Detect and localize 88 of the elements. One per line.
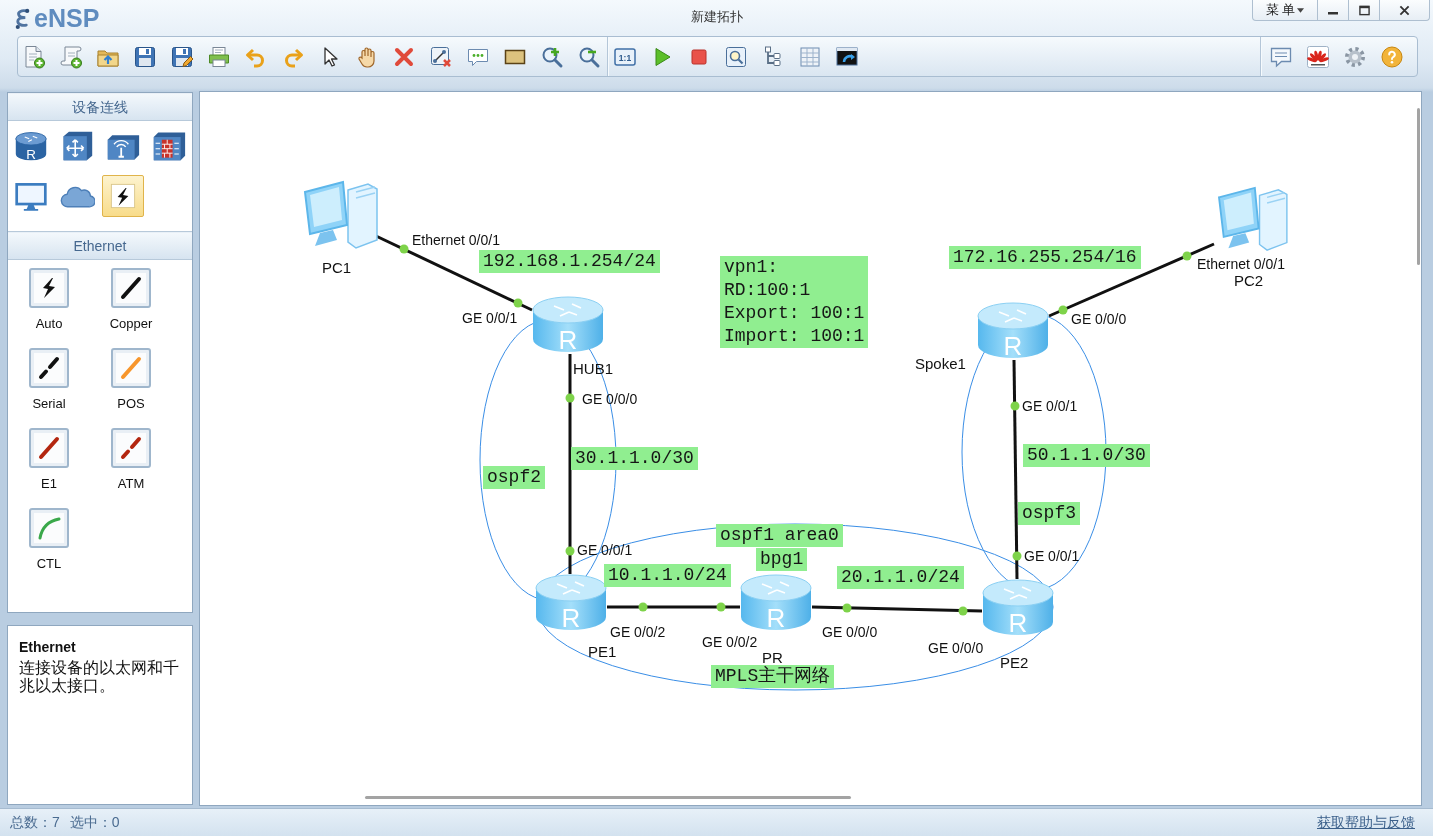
text-note[interactable]: 192.168.1.254/24 (479, 250, 660, 273)
text-note[interactable]: bpg1 (756, 548, 808, 571)
text-note[interactable]: ospf1 area0 (716, 524, 843, 547)
port-label: GE 0/0/2 (610, 624, 666, 640)
new-scroll-icon[interactable] (59, 44, 83, 69)
minimize-button[interactable] (1317, 0, 1349, 21)
cable-button[interactable]: E1 (29, 428, 69, 498)
port-label: GE 0/0/0 (1071, 311, 1127, 327)
app-logo: eNSP (34, 5, 100, 31)
port-dot-icon (565, 546, 575, 556)
device-label: PE1 (588, 644, 617, 660)
device-label: PC2 (1234, 273, 1264, 289)
text-note[interactable]: vpn1: RD:100:1 Export: 100:1 Import: 100:1 (720, 256, 869, 348)
new-file-icon[interactable] (22, 44, 46, 69)
save-icon[interactable] (133, 44, 157, 69)
port-dot-icon (716, 602, 726, 612)
port-label: GE 0/0/0 (582, 391, 638, 407)
port-label: Ethernet 0/0/1 (412, 232, 500, 248)
close-button[interactable] (1379, 0, 1430, 21)
port-dot-icon (1182, 251, 1192, 261)
help-link[interactable]: 获取帮助与反馈 (1317, 813, 1415, 832)
port-dot-icon (842, 603, 852, 613)
cable-button[interactable]: Copper (109, 268, 153, 338)
cable-line[interactable] (811, 605, 983, 613)
lightning-icon (29, 268, 69, 308)
text-note[interactable]: 10.1.1.0/24 (604, 564, 731, 587)
device-label: Spoke1 (915, 356, 966, 372)
settings-icon[interactable] (1343, 44, 1367, 69)
cable-line[interactable] (1012, 359, 1019, 580)
port-label: GE 0/0/1 (1024, 548, 1080, 564)
info-title: Ethernet (19, 638, 77, 656)
port-dot-icon (1010, 401, 1020, 411)
menu-button[interactable]: 菜 单 (1252, 0, 1318, 21)
panel-header: 设备连线 (8, 93, 192, 121)
text-note[interactable]: 30.1.1.0/30 (571, 447, 698, 470)
port-dot-icon (565, 393, 575, 403)
port-label: Ethernet 0/0/1 (1197, 256, 1285, 272)
text-note[interactable]: 20.1.1.0/24 (837, 566, 964, 589)
scrollbar-thumb[interactable] (1417, 108, 1420, 265)
logo-icon (14, 6, 31, 30)
device-label: PE2 (1000, 655, 1029, 671)
port-label: GE 0/0/1 (577, 542, 633, 558)
cable-button[interactable]: CTL (29, 508, 69, 578)
port-dot-icon (1058, 305, 1068, 315)
port-label: GE 0/0/1 (462, 310, 518, 326)
screen-capture-icon[interactable] (835, 44, 859, 69)
print-icon[interactable] (207, 44, 231, 69)
help-icon[interactable] (1380, 44, 1404, 69)
magnifier-icon[interactable] (724, 44, 748, 69)
port-dot-icon (638, 602, 648, 612)
port-dot-icon (1012, 551, 1022, 561)
port-label: GE 0/0/1 (1022, 398, 1078, 414)
save-as-icon[interactable] (170, 44, 194, 69)
cable-button[interactable]: ATM (111, 428, 151, 498)
port-dot-icon (513, 298, 523, 308)
caret-down-icon (1297, 7, 1305, 13)
window-title: 新建拓扑 (690, 8, 743, 25)
device-button[interactable] (102, 175, 144, 217)
close-icon (1399, 4, 1410, 16)
text-note[interactable]: ospf2 (483, 466, 545, 489)
port-label: GE 0/0/0 (928, 640, 984, 656)
maximize-icon (1358, 4, 1370, 16)
port-dot-icon (399, 244, 409, 254)
flower-logo-icon[interactable] (1306, 44, 1330, 69)
total-count: 总数：7 (10, 813, 60, 832)
cable-button[interactable]: Serial (29, 348, 69, 418)
minimize-icon (1328, 12, 1338, 15)
cable-line[interactable] (568, 354, 572, 574)
port-dot-icon (958, 606, 968, 616)
cable-button[interactable]: POS (111, 348, 151, 418)
text-note[interactable]: 50.1.1.0/30 (1023, 444, 1150, 467)
info-description: 连接设备的以太网和千兆以太接口。 (19, 659, 180, 695)
selected-count: 选中：0 (69, 813, 120, 832)
unlink-icon[interactable] (429, 44, 453, 69)
text-note[interactable]: MPLS主干网络 (711, 665, 835, 688)
device-label: HUB1 (573, 361, 613, 377)
curve-icon (29, 508, 69, 548)
port-label: GE 0/0/0 (822, 624, 878, 640)
device-label: PR (762, 650, 783, 666)
text-note[interactable]: 172.16.255.254/16 (949, 246, 1141, 269)
scrollbar-thumb[interactable] (365, 796, 851, 799)
device-label: PC1 (322, 260, 352, 276)
panel-header: Ethernet (8, 232, 192, 260)
maximize-button[interactable] (1348, 0, 1380, 21)
port-label: GE 0/0/2 (702, 634, 758, 650)
text-note[interactable]: ospf3 (1018, 502, 1080, 525)
cable-button[interactable]: Auto (29, 268, 69, 338)
cable-line[interactable] (607, 605, 740, 609)
